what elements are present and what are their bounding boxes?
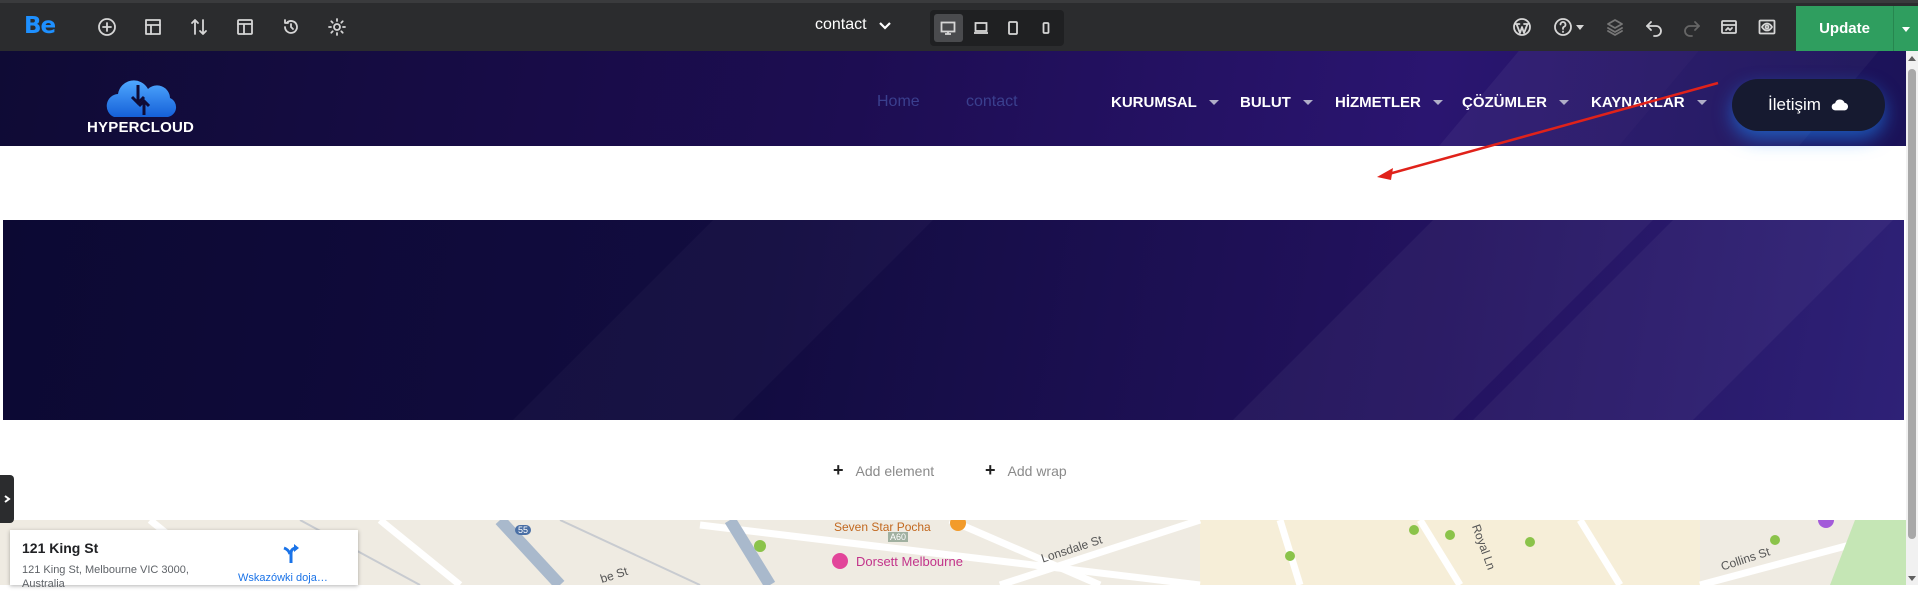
cloud-icon: [1831, 99, 1849, 111]
chevron-right-icon: [4, 495, 11, 503]
nav-label: HİZMETLER: [1335, 94, 1421, 111]
page-selector[interactable]: contact: [815, 16, 893, 34]
add-wrap-button[interactable]: + Add wrap: [985, 460, 1067, 481]
chevron-down-icon: [878, 22, 891, 30]
place-address: 121 King St, Melbourne VIC 3000, Austral…: [22, 564, 189, 590]
map-label-dorsett: Dorsett Melbourne: [856, 554, 963, 569]
nav-item-hizmetler[interactable]: HİZMETLER: [1335, 94, 1443, 111]
sort-icon[interactable]: [186, 14, 212, 40]
breadcrumb-home[interactable]: Home: [877, 93, 920, 111]
banner-stripe: [453, 220, 973, 420]
page-name: contact: [815, 16, 867, 33]
plus-icon: +: [833, 460, 844, 480]
scroll-thumb[interactable]: [1908, 69, 1916, 539]
update-button[interactable]: Update: [1796, 6, 1893, 51]
mobile-icon[interactable]: [1032, 14, 1061, 42]
directions-icon[interactable]: [281, 542, 301, 564]
device-switcher: [930, 10, 1064, 46]
contact-button-label: İletişim: [1768, 95, 1821, 114]
map-label-a60: A60: [888, 532, 909, 542]
nav-item-bulut[interactable]: BULUT: [1240, 94, 1313, 111]
breadcrumb-current: contact: [966, 93, 1018, 110]
nav-item-cozumler[interactable]: ÇÖZÜMLER: [1462, 94, 1569, 111]
eye-icon[interactable]: [1754, 14, 1780, 40]
template-icon[interactable]: [232, 14, 258, 40]
plus-icon: +: [985, 460, 996, 480]
scroll-up-arrow-icon[interactable]: [1908, 56, 1916, 61]
scroll-down-arrow-icon[interactable]: [1908, 576, 1916, 581]
preview-icon[interactable]: [1716, 14, 1742, 40]
undo-icon[interactable]: [1641, 14, 1667, 40]
caret-down-icon: [1575, 24, 1584, 30]
add-wrap-label: Add wrap: [1007, 462, 1067, 479]
map-label-route-55: 55: [515, 525, 532, 535]
nav-item-kaynaklar[interactable]: KAYNAKLAR: [1591, 94, 1707, 111]
caret-down-icon: [1696, 100, 1707, 105]
contact-button[interactable]: İletişim: [1732, 79, 1885, 131]
add-element-button[interactable]: + Add element: [833, 460, 934, 481]
caret-down-icon: [1302, 100, 1313, 105]
desktop-icon[interactable]: [934, 14, 963, 42]
laptop-icon[interactable]: [967, 14, 996, 42]
history-icon[interactable]: [278, 14, 304, 40]
directions-link[interactable]: Wskazówki doja…: [238, 572, 328, 584]
nav-item-kurumsal[interactable]: KURUMSAL: [1111, 94, 1219, 111]
nav-label: BULUT: [1240, 94, 1291, 111]
help-icon[interactable]: [1550, 14, 1586, 40]
nav-label: ÇÖZÜMLER: [1462, 94, 1547, 111]
layers-icon[interactable]: [1602, 14, 1628, 40]
tablet-icon[interactable]: [999, 14, 1028, 42]
nav-label: KURUMSAL: [1111, 94, 1197, 111]
wordpress-icon[interactable]: [1509, 14, 1535, 40]
builder-logo[interactable]: Be: [24, 13, 56, 39]
site-header: HYPERCLOUD Home contact KURUMSAL BULUT H…: [0, 51, 1906, 146]
map-label-seven-star: Seven Star Pocha: [834, 520, 931, 534]
sidebar-toggle[interactable]: [0, 475, 14, 523]
brand-name[interactable]: HYPERCLOUD: [87, 119, 194, 136]
settings-icon[interactable]: [324, 14, 350, 40]
add-element-label: Add element: [855, 462, 935, 479]
caret-down-icon: [1902, 26, 1910, 32]
map-place-card: 121 King St 121 King St, Melbourne VIC 3…: [10, 530, 358, 590]
place-title: 121 King St: [22, 540, 99, 556]
redo-icon[interactable]: [1679, 14, 1705, 40]
caret-down-icon: [1559, 100, 1569, 105]
add-icon[interactable]: [94, 14, 120, 40]
builder-toolbar: Be contact Update: [0, 0, 1918, 51]
page-scrollbar[interactable]: [1906, 51, 1918, 585]
update-options-button[interactable]: [1893, 6, 1918, 51]
layout-icon[interactable]: [140, 14, 166, 40]
nav-label: KAYNAKLAR: [1591, 94, 1685, 111]
caret-down-icon: [1432, 100, 1443, 105]
caret-down-icon: [1208, 100, 1219, 105]
hero-banner-section[interactable]: [3, 220, 1904, 420]
